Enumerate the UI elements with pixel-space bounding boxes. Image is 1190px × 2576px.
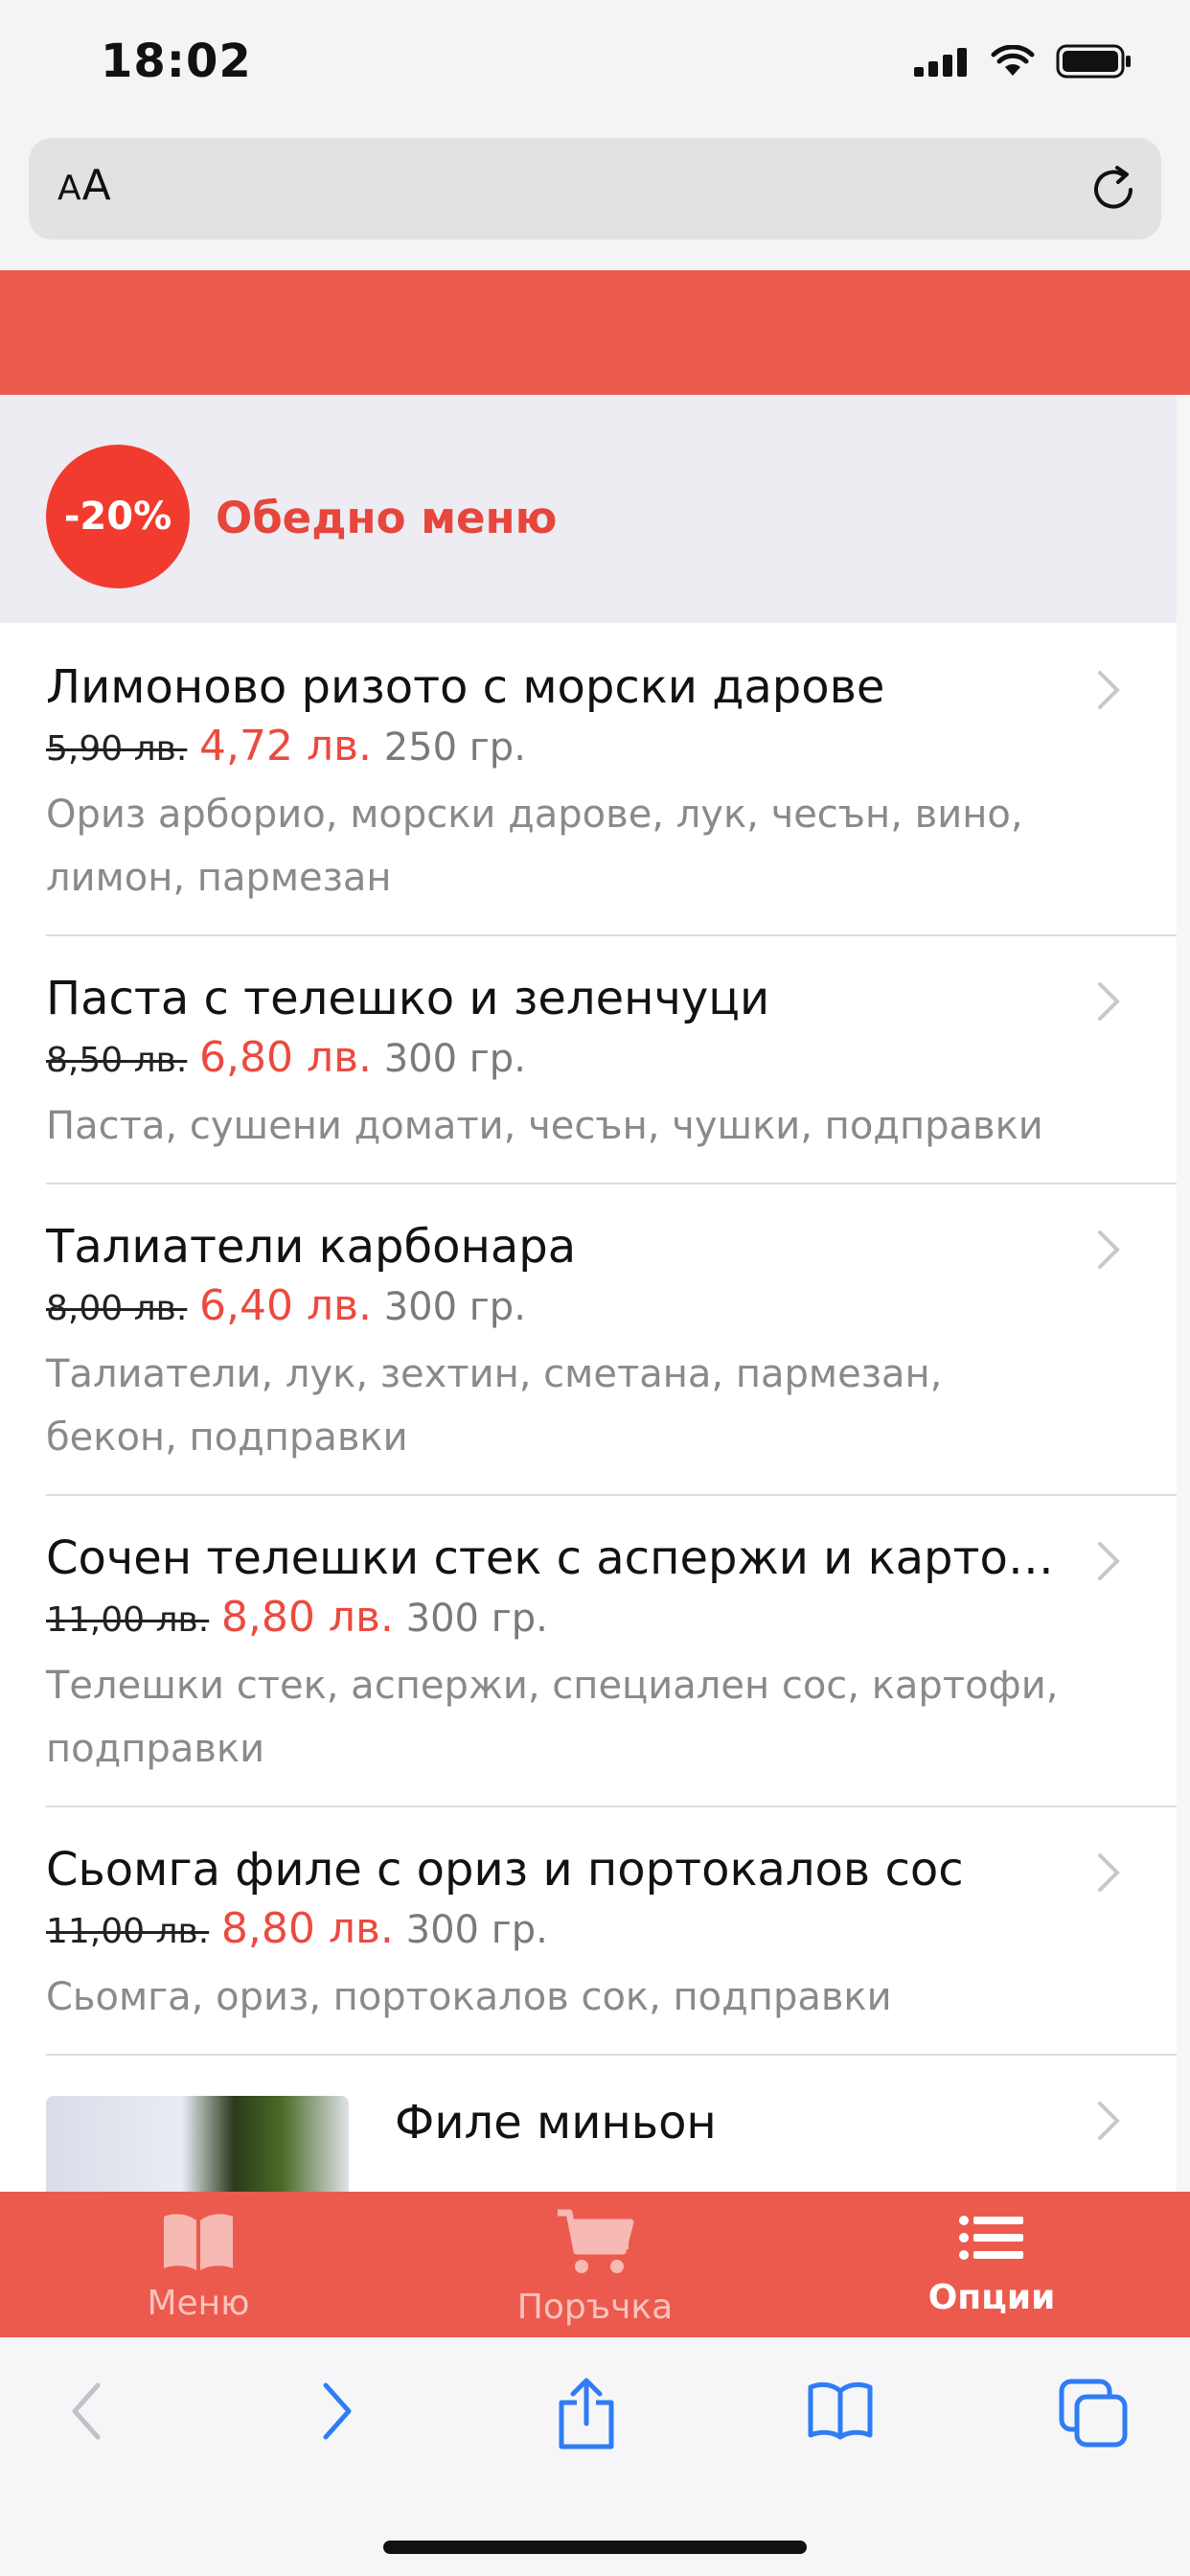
item-name: Сочен телешки стек с аспержи и картофи bbox=[46, 1531, 1062, 1585]
menu-item[interactable]: Филе миньон bbox=[0, 2054, 1177, 2192]
home-indicator bbox=[383, 2541, 807, 2554]
status-time: 18:02 bbox=[101, 34, 252, 88]
menu-item[interactable]: Талиатели карбонара 8,00 лв. 6,40 лв. 30… bbox=[0, 1183, 1177, 1494]
menu-list: Лимоново ризото с морски дарове 5,90 лв.… bbox=[0, 623, 1177, 2192]
new-price: 6,40 лв. bbox=[199, 1281, 372, 1330]
item-description: Талиатели, лук, зехтин, сметана, пармеза… bbox=[46, 1352, 943, 1460]
item-description: Паста, сушени домати, чесън, чушки, подп… bbox=[46, 1104, 1043, 1148]
item-description: Телешки стек, аспержи, специален сос, ка… bbox=[46, 1664, 1059, 1771]
menu-item[interactable]: Паста с телешко и зеленчуци 8,50 лв. 6,8… bbox=[0, 934, 1177, 1183]
bottom-tab-bar: Меню Поръчка Опции bbox=[0, 2192, 1190, 2337]
tabs-icon[interactable] bbox=[1058, 2378, 1129, 2449]
item-weight: 300 гр. bbox=[383, 1285, 526, 1329]
tab-label: Поръчка bbox=[516, 2288, 674, 2327]
old-price: 5,90 лв. bbox=[46, 729, 188, 769]
item-weight: 300 гр. bbox=[405, 1597, 548, 1641]
safari-toolbar bbox=[0, 2337, 1190, 2576]
price-line: 11,00 лв. 8,80 лв. 300 гр. bbox=[46, 1588, 1062, 1650]
old-price: 11,00 лв. bbox=[46, 1912, 210, 1951]
text-size-button[interactable]: AA bbox=[57, 161, 112, 210]
share-icon[interactable] bbox=[556, 2378, 617, 2450]
cart-icon bbox=[558, 2209, 634, 2273]
category-header: -20% Обедно меню bbox=[0, 395, 1177, 623]
old-price: 11,00 лв. bbox=[46, 1600, 210, 1640]
tab-label: Меню bbox=[147, 2284, 250, 2323]
chevron-right-icon bbox=[1098, 982, 1120, 1021]
back-icon[interactable] bbox=[67, 2378, 105, 2445]
battery-icon bbox=[1056, 44, 1131, 79]
menu-item[interactable]: Сьомга филе с ориз и портокалов сос 11,0… bbox=[0, 1806, 1177, 2054]
url-bar[interactable]: AA bbox=[29, 138, 1161, 240]
category-title: Обедно меню bbox=[216, 493, 558, 543]
tab-menu[interactable]: Меню bbox=[0, 2192, 397, 2337]
old-price: 8,50 лв. bbox=[46, 1041, 188, 1080]
item-name: Паста с телешко и зеленчуци bbox=[46, 972, 770, 1025]
new-price: 4,72 лв. bbox=[199, 722, 372, 770]
chevron-right-icon bbox=[1098, 1542, 1120, 1580]
chevron-right-icon bbox=[1098, 1853, 1120, 1892]
signal-icon bbox=[914, 48, 967, 77]
item-weight: 250 гр. bbox=[383, 725, 526, 770]
page-header bbox=[0, 270, 1190, 395]
text-size-small: A bbox=[57, 169, 82, 208]
item-name: Филе миньон bbox=[395, 2096, 717, 2150]
price-line: 8,50 лв. 6,80 лв. 300 гр. bbox=[46, 1028, 1062, 1091]
tab-label: Опции bbox=[927, 2278, 1056, 2317]
item-description: Ориз арборио, морски дарове, лук, чесън,… bbox=[46, 793, 1023, 900]
bookmarks-icon[interactable] bbox=[807, 2378, 874, 2441]
menu-item[interactable]: Лимоново ризото с морски дарове 5,90 лв.… bbox=[0, 623, 1177, 934]
chevron-right-icon bbox=[1098, 2102, 1120, 2140]
item-description: Сьомга, ориз, портокалов сок, подправки bbox=[46, 1975, 892, 2019]
new-price: 6,80 лв. bbox=[199, 1033, 372, 1082]
forward-icon[interactable] bbox=[318, 2378, 356, 2445]
chevron-right-icon bbox=[1098, 671, 1120, 709]
wifi-icon bbox=[991, 45, 1035, 76]
new-price: 8,80 лв. bbox=[220, 1904, 394, 1953]
price-line: 11,00 лв. 8,80 лв. 300 гр. bbox=[46, 1899, 1062, 1962]
item-name: Сьомга филе с ориз и портокалов сос bbox=[46, 1843, 964, 1897]
old-price: 8,00 лв. bbox=[46, 1289, 188, 1328]
status-icons bbox=[914, 44, 1133, 79]
item-weight: 300 гр. bbox=[405, 1908, 548, 1952]
text-size-large: A bbox=[81, 161, 112, 210]
item-name: Талиатели карбонара bbox=[46, 1220, 577, 1274]
discount-badge: -20% bbox=[46, 445, 190, 588]
price-line: 5,90 лв. 4,72 лв. 250 гр. bbox=[46, 717, 1062, 779]
tab-order[interactable]: Поръчка bbox=[397, 2192, 793, 2337]
status-bar: 18:02 bbox=[0, 0, 1190, 130]
reload-icon[interactable] bbox=[1088, 163, 1140, 215]
book-icon bbox=[164, 2214, 233, 2270]
menu-item[interactable]: Сочен телешки стек с аспержи и картофи 1… bbox=[0, 1494, 1177, 1806]
list-icon bbox=[959, 2216, 1023, 2260]
item-photo bbox=[46, 2096, 349, 2192]
price-line: 8,00 лв. 6,40 лв. 300 гр. bbox=[46, 1276, 1062, 1339]
item-name: Лимоново ризото с морски дарове bbox=[46, 660, 885, 714]
item-weight: 300 гр. bbox=[383, 1037, 526, 1081]
chevron-right-icon bbox=[1098, 1230, 1120, 1269]
scrollbar[interactable] bbox=[1177, 395, 1190, 2192]
url-area: AA bbox=[0, 130, 1190, 270]
tab-options[interactable]: Опции bbox=[793, 2192, 1190, 2337]
new-price: 8,80 лв. bbox=[220, 1593, 394, 1642]
